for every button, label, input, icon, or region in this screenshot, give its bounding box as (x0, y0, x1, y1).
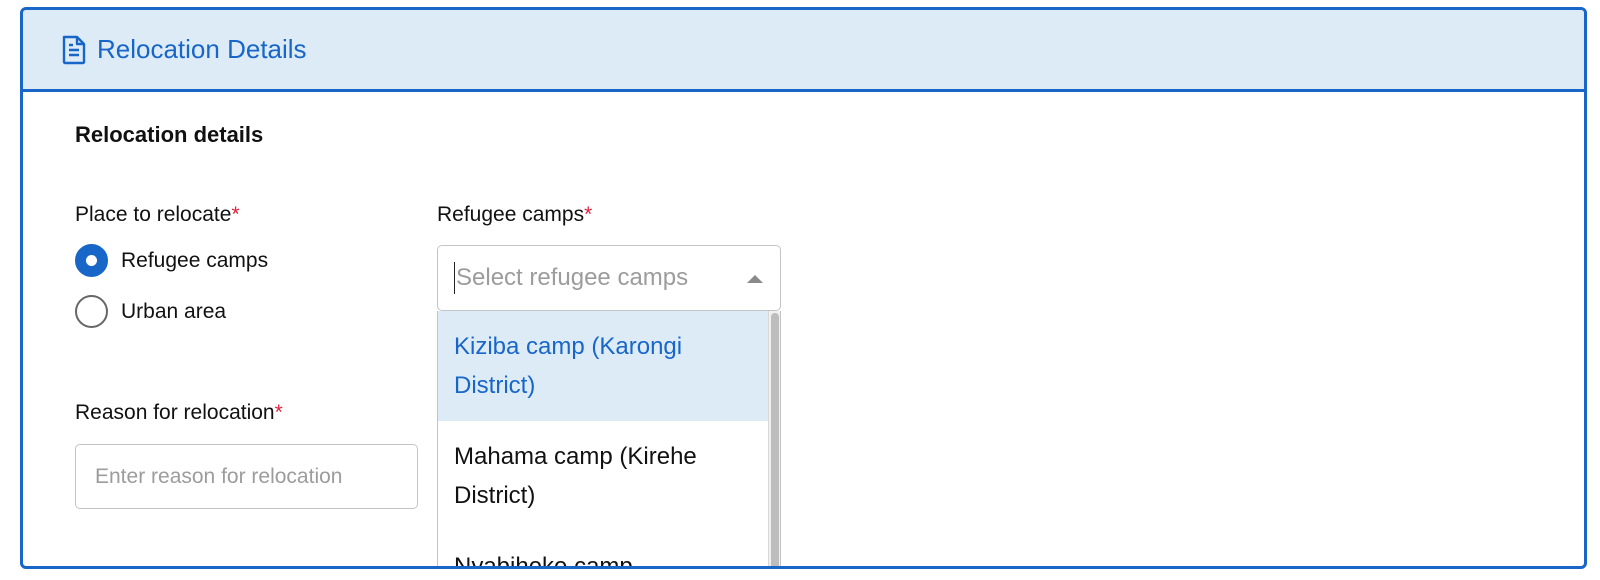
dropdown-option-kiziba[interactable]: Kiziba camp (Karongi District) (438, 311, 770, 421)
text-cursor (454, 262, 455, 294)
relocation-details-panel: Relocation Details Relocation details Pl… (20, 7, 1587, 569)
panel-header: Relocation Details (23, 10, 1584, 92)
required-mark: * (274, 401, 283, 424)
scrollbar-thumb[interactable] (771, 313, 779, 566)
refugee-camps-placeholder: Select refugee camps (456, 264, 689, 291)
refugee-camps-label: Refugee camps* (437, 203, 592, 227)
dropdown-option-nyabiheke[interactable]: Nyabiheke camp (438, 531, 770, 566)
reason-placeholder: Enter reason for relocation (95, 464, 343, 488)
radio-label-urban-area: Urban area (121, 299, 227, 323)
dropdown-option-mahama[interactable]: Mahama camp (Kirehe District) (438, 421, 770, 531)
radio-button-checked[interactable] (75, 244, 108, 277)
reason-for-relocation-input[interactable]: Enter reason for relocation (75, 444, 418, 509)
panel-title: Relocation Details (97, 34, 307, 64)
required-mark: * (584, 203, 593, 226)
reason-label-text: Reason for relocation (75, 401, 275, 424)
radio-label-refugee-camps: Refugee camps (121, 248, 269, 272)
dropdown-scrollbar[interactable] (768, 311, 780, 566)
radio-refugee-camps[interactable]: Refugee camps (75, 244, 268, 277)
place-to-relocate-label-text: Place to relocate (75, 203, 232, 226)
radio-button-unchecked[interactable] (75, 295, 108, 328)
refugee-camps-dropdown: Kiziba camp (Karongi District) Mahama ca… (437, 311, 781, 566)
section-title: Relocation details (75, 122, 264, 147)
refugee-camps-label-text: Refugee camps (437, 203, 585, 226)
required-mark: * (231, 203, 240, 226)
place-to-relocate-label: Place to relocate* (75, 203, 240, 227)
document-icon (61, 35, 87, 65)
reason-for-relocation-label: Reason for relocation* (75, 401, 283, 425)
radio-urban-area[interactable]: Urban area (75, 295, 226, 328)
chevron-up-icon[interactable] (747, 275, 763, 283)
refugee-camps-select[interactable]: Select refugee camps (437, 245, 781, 311)
